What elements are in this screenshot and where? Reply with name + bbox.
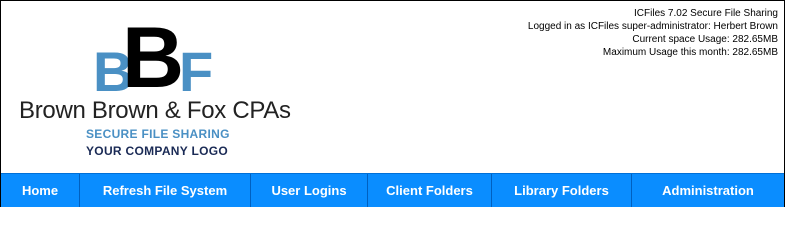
nav-client-folders[interactable]: Client Folders bbox=[368, 174, 492, 207]
nav-home[interactable]: Home bbox=[1, 174, 80, 207]
logo-letter-middle: B bbox=[122, 10, 185, 106]
logo-tagline-secure: SECURE FILE SHARING bbox=[86, 127, 230, 141]
main-navigation: Home Refresh File System User Logins Cli… bbox=[1, 173, 784, 207]
session-info: ICFiles 7.02 Secure File Sharing Logged … bbox=[528, 7, 778, 59]
company-logo: B B F Brown Brown & Fox CPAs SECURE FILE… bbox=[19, 15, 339, 161]
logo-letter-last: F bbox=[179, 40, 214, 103]
product-version: ICFiles 7.02 Secure File Sharing bbox=[634, 8, 778, 19]
logo-tagline-company: YOUR COMPANY LOGO bbox=[86, 144, 228, 158]
current-space-usage: Current space Usage: 282.65MB bbox=[632, 34, 778, 45]
nav-administration[interactable]: Administration bbox=[632, 174, 784, 207]
logged-in-user: Logged in as ICFiles super-administrator… bbox=[527, 21, 778, 32]
company-name: Brown Brown & Fox CPAs bbox=[19, 97, 291, 124]
maximum-usage: Maximum Usage this month: 282.65MB bbox=[602, 47, 778, 58]
nav-library-folders[interactable]: Library Folders bbox=[492, 174, 632, 207]
nav-user-logins[interactable]: User Logins bbox=[251, 174, 368, 207]
logo-monogram: B B F bbox=[93, 15, 223, 103]
nav-refresh-file-system[interactable]: Refresh File System bbox=[80, 174, 251, 207]
